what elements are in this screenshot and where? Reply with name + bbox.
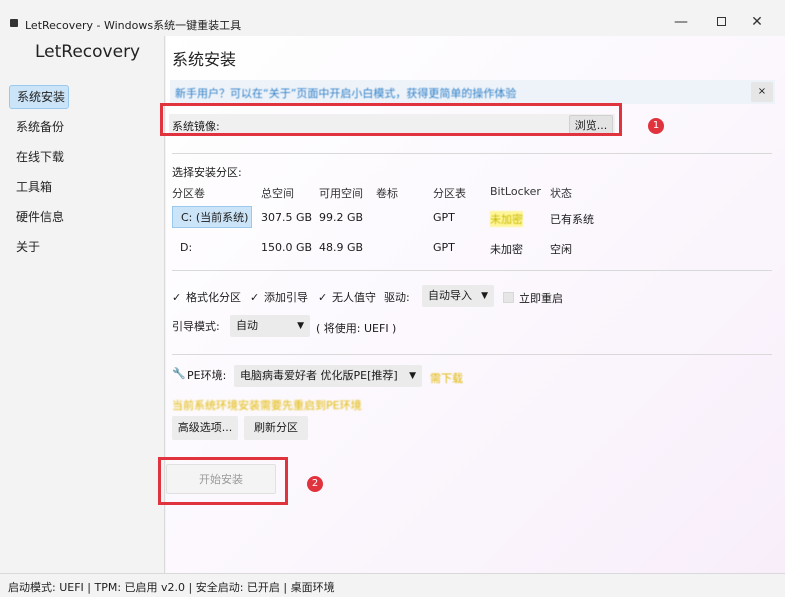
window-title: LetRecovery - Windows系统一键重装工具	[25, 19, 242, 32]
page-title: 系统安装	[172, 50, 237, 69]
boot-mode-value: 自动	[236, 319, 258, 332]
add-boot-checkbox[interactable]: ✓ 添加引导	[250, 289, 308, 305]
sidebar-item-toolbox[interactable]: 工具箱	[9, 175, 69, 199]
check-icon: ✓	[250, 291, 260, 304]
col-status: 状态	[550, 187, 572, 200]
main-panel: 系统安装 新手用户？可以在“关于”页面中开启小白模式，获得更简单的操作体验 × …	[158, 36, 785, 573]
annotation-badge-1: 1	[648, 118, 664, 134]
tip-banner: 新手用户？可以在“关于”页面中开启小白模式，获得更简单的操作体验 ×	[170, 80, 775, 104]
minimize-button[interactable]: —	[666, 10, 696, 34]
sidebar-item-system-backup[interactable]: 系统备份	[9, 115, 69, 139]
boot-mode-label: 引导模式:	[172, 320, 220, 333]
row-free: 99.2 GB	[319, 211, 364, 224]
chevron-down-icon: ▼	[481, 291, 488, 301]
sidebar-item-system-install[interactable]: 系统安装	[9, 85, 69, 109]
wrench-icon: 🔧	[172, 367, 186, 380]
row-partition-table: GPT	[433, 241, 455, 254]
boot-mode-select[interactable]: 自动 ▼	[230, 315, 310, 337]
row-partition-table: GPT	[433, 211, 455, 224]
annotation-badge-2: 2	[307, 476, 323, 492]
divider	[172, 354, 772, 355]
driver-select[interactable]: 自动导入 ▼	[422, 285, 494, 307]
row-total: 150.0 GB	[261, 241, 313, 254]
reboot-label: 立即重启	[519, 292, 563, 305]
unattended-checkbox[interactable]: ✓ 无人值守	[318, 289, 376, 305]
app-name: LetRecovery	[35, 42, 141, 62]
chevron-down-icon: ▼	[409, 371, 416, 381]
status-text: 启动模式: UEFI | TPM: 已启用 v2.0 | 安全启动: 已开启 |…	[8, 581, 335, 594]
refresh-partitions-button[interactable]: 刷新分区	[244, 416, 308, 440]
driver-select-value: 自动导入	[428, 289, 472, 302]
divider	[172, 153, 772, 154]
row-bitlocker: 未加密	[490, 243, 523, 256]
pe-warning: 当前系统环境安装需要先重启到PE环境	[172, 399, 362, 412]
col-label: 卷标	[376, 187, 398, 200]
reboot-checkbox[interactable]: 立即重启	[503, 290, 563, 306]
annotation-box-1	[160, 103, 622, 136]
check-icon: ✓	[172, 291, 182, 304]
sidebar-item-about[interactable]: 关于	[9, 235, 69, 259]
row-bitlocker: 未加密	[490, 211, 523, 227]
check-icon: ✓	[318, 291, 328, 304]
unattended-label: 无人值守	[332, 291, 376, 304]
col-bitlocker: BitLocker	[490, 185, 541, 198]
close-button[interactable]: ✕	[742, 10, 772, 34]
sidebar: LetRecovery 系统安装 系统备份 在线下载 工具箱 硬件信息 关于	[0, 36, 165, 573]
checkbox-icon	[503, 292, 514, 303]
divider	[172, 270, 772, 271]
col-free: 可用空间	[319, 187, 363, 200]
format-checkbox[interactable]: ✓ 格式化分区	[172, 289, 241, 305]
app-icon	[10, 19, 18, 27]
maximize-icon	[716, 17, 726, 26]
pe-select-value: 电脑病毒爱好者 优化版PE[推荐]	[240, 369, 398, 382]
status-bar: 启动模式: UEFI | TPM: 已启用 v2.0 | 安全启动: 已开启 |…	[0, 573, 785, 597]
row-status: 空闲	[550, 243, 572, 256]
boot-mode-note: ( 将使用: UEFI )	[316, 322, 397, 335]
chevron-down-icon: ▼	[297, 321, 304, 331]
partition-section-label: 选择安装分区:	[172, 166, 242, 179]
advanced-options-button[interactable]: 高级选项...	[172, 416, 238, 440]
pe-download-link[interactable]: 需下载	[430, 370, 463, 386]
driver-label: 驱动:	[384, 291, 410, 304]
row-free: 48.9 GB	[319, 241, 364, 254]
maximize-button[interactable]	[706, 10, 736, 34]
add-boot-label: 添加引导	[264, 291, 308, 304]
format-label: 格式化分区	[186, 291, 241, 304]
pe-label: PE环境:	[187, 369, 227, 382]
row-volume: C: (当前系统)	[172, 206, 252, 228]
annotation-box-2	[158, 457, 288, 505]
sidebar-item-hardware-info[interactable]: 硬件信息	[9, 205, 69, 229]
sidebar-nav: 系统安装 系统备份 在线下载 工具箱 硬件信息 关于	[9, 85, 159, 265]
col-partition-table: 分区表	[433, 187, 466, 200]
row-status: 已有系统	[550, 213, 594, 226]
table-row[interactable]: D: 150.0 GB 48.9 GB GPT 未加密 空闲	[172, 236, 612, 260]
row-total: 307.5 GB	[261, 211, 313, 224]
tip-text: 新手用户？可以在“关于”页面中开启小白模式，获得更简单的操作体验	[175, 87, 517, 100]
row-volume: D:	[180, 241, 193, 254]
col-volume: 分区卷	[172, 187, 205, 200]
tip-close-button[interactable]: ×	[751, 82, 773, 102]
col-total: 总空间	[261, 187, 294, 200]
title-bar: LetRecovery - Windows系统一键重装工具 — ✕	[0, 0, 785, 36]
pe-select[interactable]: 电脑病毒爱好者 优化版PE[推荐] ▼	[234, 365, 422, 387]
table-row[interactable]: C: (当前系统) 307.5 GB 99.2 GB GPT 未加密 已有系统	[172, 206, 612, 230]
sidebar-item-online-download[interactable]: 在线下载	[9, 145, 69, 169]
